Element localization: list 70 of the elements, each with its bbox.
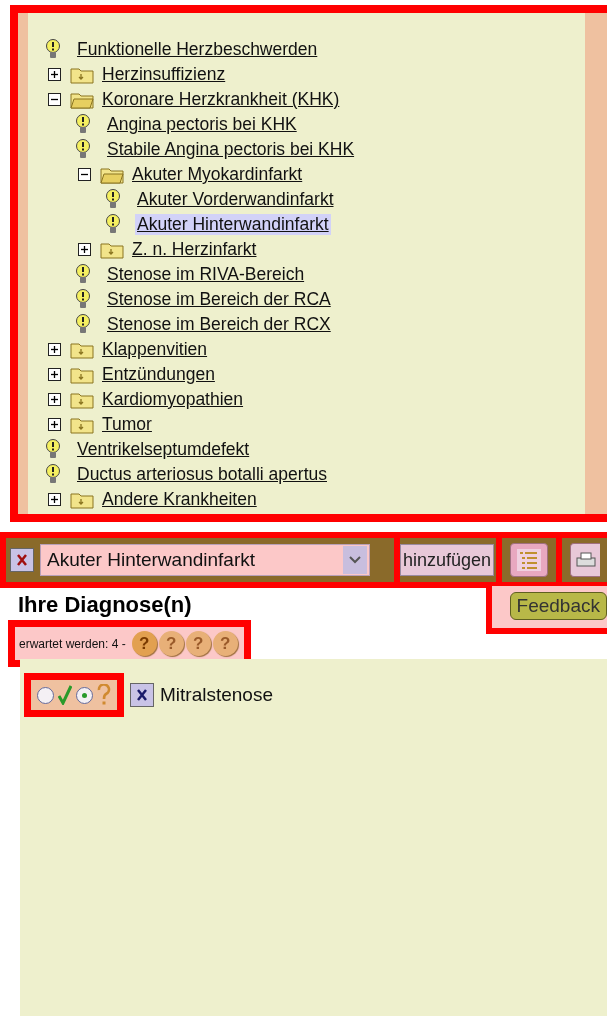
chevron-down-icon <box>349 556 361 564</box>
expand-icon[interactable] <box>48 368 61 381</box>
folder-icon <box>70 415 94 434</box>
tree-item[interactable]: Z. n. Herzinfarkt <box>130 239 259 260</box>
question-mark-icon <box>97 684 111 706</box>
expected-count: erwartet werden: 4 - <box>19 636 126 651</box>
folder-icon <box>70 390 94 409</box>
remove-button[interactable] <box>10 548 34 572</box>
folder-icon <box>70 365 94 384</box>
lightbulb-icon <box>105 188 121 211</box>
tree-item[interactable]: Kardiomyopathien <box>100 389 246 410</box>
tree-item[interactable]: Entzündungen <box>100 364 217 385</box>
tree-item[interactable]: Stenose im RIVA-Bereich <box>105 264 307 285</box>
tree-item[interactable]: Akuter Vorderwandinfarkt <box>135 189 336 210</box>
tree-item[interactable]: Akuter Hinterwandinfarkt <box>135 214 331 235</box>
tree-view-button[interactable] <box>510 543 549 577</box>
tree-item[interactable]: Stabile Angina pectoris bei KHK <box>105 139 357 160</box>
diagnosis-name: Mitralstenose <box>160 684 273 706</box>
lightbulb-icon <box>45 38 61 61</box>
expand-icon[interactable] <box>48 393 61 406</box>
lightbulb-icon <box>105 213 121 236</box>
lightbulb-icon <box>45 438 61 461</box>
collapse-icon[interactable] <box>48 93 61 106</box>
question-badge: ? <box>212 631 238 656</box>
collapse-icon[interactable] <box>78 168 91 181</box>
folder-icon <box>100 240 124 259</box>
tree-list-icon <box>515 547 544 573</box>
remove-button[interactable] <box>130 683 154 707</box>
tree-item[interactable]: Stenose im Bereich der RCX <box>105 314 333 335</box>
lightbulb-icon <box>75 288 91 311</box>
printer-icon <box>574 551 597 569</box>
question-badge: ? <box>158 631 184 656</box>
question-badge: ? <box>131 631 157 656</box>
lightbulb-icon <box>75 113 91 136</box>
tree-item[interactable]: Herzinsuffizienz <box>100 64 228 85</box>
section-heading: Ihre Diagnose(n) <box>18 592 193 618</box>
close-icon <box>136 688 148 702</box>
open-folder-icon <box>100 165 124 184</box>
radio-button[interactable] <box>76 686 93 704</box>
print-button[interactable] <box>570 543 601 577</box>
add-button[interactable]: hinzufügen <box>400 544 495 576</box>
tree-item[interactable]: Stenose im Bereich der RCA <box>105 289 333 310</box>
expand-icon[interactable] <box>48 68 61 81</box>
question-badge: ? <box>185 631 211 656</box>
feedback-button[interactable]: Feedback <box>509 592 607 620</box>
tree-item[interactable]: Funktionelle Herzbeschwerden <box>75 39 320 60</box>
lightbulb-icon <box>75 138 91 161</box>
lightbulb-icon <box>75 313 91 336</box>
expand-icon[interactable] <box>48 418 61 431</box>
lightbulb-icon <box>75 263 91 286</box>
diagnosis-select[interactable]: Akuter Hinterwandinfarkt <box>40 544 370 576</box>
radio-button[interactable] <box>37 686 54 704</box>
tree-item[interactable]: Ductus arteriosus botalli apertus <box>75 464 329 485</box>
tree-item[interactable]: Tumor <box>100 414 154 435</box>
tree-item[interactable]: Akuter Myokardinfarkt <box>130 164 305 185</box>
tree-item[interactable]: Andere Krankheiten <box>100 489 259 510</box>
tree-item[interactable]: Klappenvitien <box>100 339 210 360</box>
expand-icon[interactable] <box>48 493 61 506</box>
folder-icon <box>70 65 94 84</box>
folder-icon <box>70 490 94 509</box>
expand-icon[interactable] <box>48 343 61 356</box>
expand-icon[interactable] <box>78 243 91 256</box>
checkmark-icon <box>58 685 72 705</box>
close-icon <box>16 553 28 567</box>
tree-item[interactable]: Angina pectoris bei KHK <box>105 114 299 135</box>
open-folder-icon <box>70 90 94 109</box>
tree-item[interactable]: Ventrikelseptumdefekt <box>75 439 252 460</box>
lightbulb-icon <box>45 463 61 486</box>
tree-item[interactable]: Koronare Herzkrankheit (KHK) <box>100 89 342 110</box>
folder-icon <box>70 340 94 359</box>
